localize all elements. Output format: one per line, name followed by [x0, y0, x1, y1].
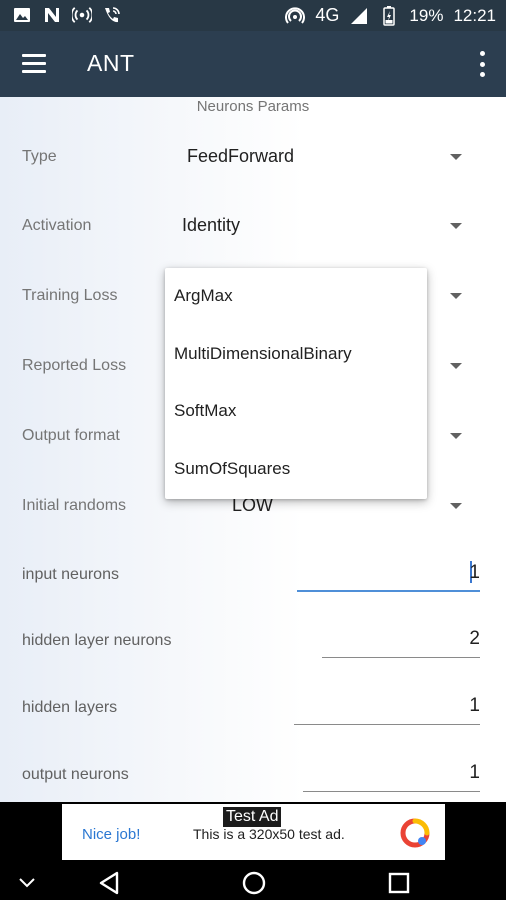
- loss-dropdown-menu: ArgMax MultiDimensionalBinary SoftMax Su…: [165, 268, 427, 499]
- input-neurons-row: input neurons 1: [0, 550, 506, 600]
- hidden-layer-neurons-label: hidden layer neurons: [22, 632, 172, 649]
- option-label: SumOfSquares: [174, 459, 291, 478]
- signal-icon: [349, 6, 369, 26]
- option-label: MultiDimensionalBinary: [174, 344, 352, 363]
- dropdown-arrow-icon[interactable]: [450, 503, 462, 509]
- input-neurons-value[interactable]: 1: [469, 562, 480, 584]
- phone-icon: [102, 5, 122, 25]
- type-spinner[interactable]: Type FeedForward: [0, 138, 506, 178]
- dropdown-arrow-icon[interactable]: [450, 363, 462, 369]
- broadcast-icon: [72, 5, 92, 25]
- dropdown-option-multidimensionalbinary[interactable]: MultiDimensionalBinary: [165, 326, 427, 383]
- ad-text: This is a 320x50 test ad.: [193, 826, 345, 842]
- reported-loss-label: Reported Loss: [22, 357, 127, 374]
- navigation-bar: [0, 863, 506, 900]
- output-neurons-value[interactable]: 1: [469, 762, 480, 784]
- output-neurons-label: output neurons: [22, 766, 129, 783]
- dropdown-arrow-icon[interactable]: [450, 433, 462, 439]
- type-label: Type: [22, 148, 57, 165]
- dropdown-arrow-icon[interactable]: [450, 293, 462, 299]
- hidden-layers-field[interactable]: 1: [294, 691, 480, 725]
- neurons-params-form: Neurons Params Type FeedForward Activati…: [0, 97, 506, 802]
- dropdown-option-sumofsquares[interactable]: SumOfSquares: [165, 441, 427, 498]
- ad-cta[interactable]: Nice job!: [82, 826, 140, 843]
- hotspot-icon: [285, 6, 306, 26]
- image-icon: [12, 5, 32, 25]
- more-options-icon[interactable]: [478, 51, 486, 77]
- hidden-layers-value[interactable]: 1: [469, 695, 480, 717]
- status-bar: 4G 19% 12:21: [0, 0, 506, 31]
- dropdown-arrow-icon[interactable]: [450, 223, 462, 229]
- hide-nav-icon[interactable]: [14, 870, 40, 896]
- input-neurons-field[interactable]: 1: [297, 558, 480, 592]
- type-value[interactable]: FeedForward: [187, 146, 294, 167]
- section-title: Neurons Params: [196, 98, 310, 115]
- option-label: ArgMax: [174, 286, 233, 305]
- hidden-layer-neurons-value[interactable]: 2: [469, 628, 480, 650]
- battery-icon: [379, 5, 399, 26]
- output-neurons-field[interactable]: 1: [303, 758, 480, 792]
- activation-value[interactable]: Identity: [182, 215, 240, 236]
- output-neurons-row: output neurons 1: [0, 750, 506, 800]
- test-ad-label: Test Ad: [222, 806, 283, 828]
- app-title: ANT: [87, 50, 135, 76]
- hidden-layer-neurons-row: hidden layer neurons 2: [0, 616, 506, 666]
- training-loss-label: Training Loss: [22, 287, 118, 304]
- clock: 12:21: [453, 5, 496, 25]
- input-neurons-label: input neurons: [22, 566, 119, 583]
- initial-randoms-label: Initial randoms: [22, 497, 127, 514]
- n-icon: [42, 5, 62, 25]
- option-label: SoftMax: [174, 401, 237, 420]
- recents-icon[interactable]: [386, 870, 412, 896]
- ad-logo-icon: [400, 818, 430, 848]
- hidden-layers-label: hidden layers: [22, 699, 118, 716]
- hidden-layers-row: hidden layers 1: [0, 683, 506, 733]
- network-type: 4G: [315, 5, 340, 25]
- hidden-layer-neurons-field[interactable]: 2: [322, 624, 480, 658]
- dropdown-arrow-icon[interactable]: [450, 154, 462, 160]
- home-icon[interactable]: [241, 870, 267, 896]
- menu-icon[interactable]: [22, 54, 46, 74]
- back-icon[interactable]: [96, 870, 122, 896]
- output-format-label: Output format: [22, 427, 120, 444]
- battery-percent: 19%: [409, 5, 444, 25]
- dropdown-option-softmax[interactable]: SoftMax: [165, 383, 427, 440]
- dropdown-option-argmax[interactable]: ArgMax: [165, 268, 427, 325]
- ad-banner: Nice job! This is a 320x50 test ad. Test…: [0, 802, 506, 863]
- app-bar: ANT: [0, 31, 506, 97]
- activation-spinner[interactable]: Activation Identity: [0, 207, 506, 247]
- activation-label: Activation: [22, 217, 92, 234]
